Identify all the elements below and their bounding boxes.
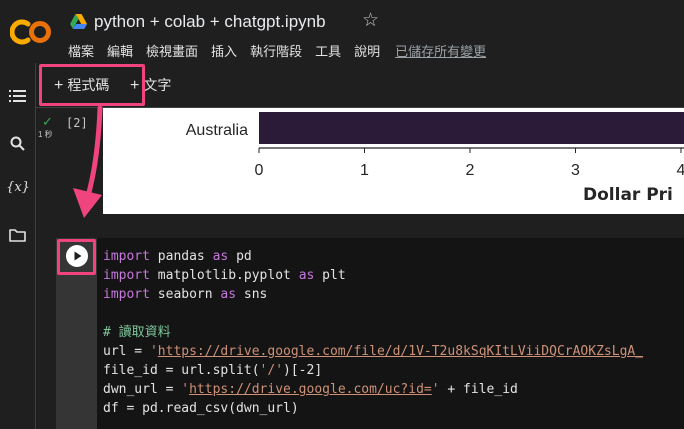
code-token: plt — [314, 268, 346, 283]
code-token: https://drive.google.com/uc?id= — [189, 382, 432, 397]
code-line[interactable]: file_id = url.split('/')[-2] — [103, 361, 643, 380]
code-line[interactable]: import seaborn as sns — [103, 285, 643, 304]
menu-tools[interactable]: 工具 — [315, 44, 341, 60]
code-token: import — [103, 268, 150, 283]
left-sidebar — [0, 63, 36, 429]
highlight-annotation-box — [39, 64, 145, 106]
menu-file[interactable]: 檔案 — [68, 44, 94, 60]
code-token: ' — [181, 382, 190, 397]
code-editor[interactable]: import pandas as pd import matplotlib.pyp… — [97, 238, 684, 429]
code-token: as — [220, 287, 237, 302]
code-token: file_id = url.split( — [103, 363, 260, 378]
menu-edit[interactable]: 編輯 — [107, 44, 133, 60]
bar — [259, 112, 684, 144]
code-token: pd — [228, 249, 252, 264]
save-status[interactable]: 已儲存所有變更 — [395, 44, 486, 60]
x-tick-label: 2 — [466, 162, 475, 179]
x-tick-label: 0 — [255, 162, 264, 179]
x-tick-label: 3 — [571, 162, 580, 179]
code-token: sns — [236, 287, 268, 302]
code-token: ' — [149, 344, 158, 359]
run-cell-button[interactable] — [66, 245, 88, 267]
code-line[interactable]: import pandas as pd — [103, 247, 643, 266]
code-token: # 讀取資料 — [103, 325, 171, 340]
code-token: dwn_url = — [103, 382, 182, 397]
menu-help[interactable]: 說明 — [354, 44, 380, 60]
code-line[interactable]: url = 'https://drive.google.com/file/d/1… — [103, 342, 643, 361]
x-axis-label: Dollar Pri — [583, 185, 673, 205]
colab-logo[interactable] — [10, 16, 52, 48]
sidebar-divider — [35, 63, 36, 429]
code-token: import — [103, 249, 150, 264]
bar-chart: Australia 0 1 2 3 4 Dollar Pri — [186, 112, 684, 205]
code-token: url = — [103, 344, 150, 359]
code-line[interactable]: dwn_url = 'https://drive.google.com/uc?i… — [103, 380, 643, 399]
code-token: as — [212, 249, 229, 264]
search-icon[interactable] — [10, 136, 25, 151]
header: python + colab + chatgpt.ipynb ☆ 檔案 編輯 檢… — [0, 0, 684, 63]
code-line[interactable]: import matplotlib.pyplot as plt — [103, 266, 643, 285]
menu-insert[interactable]: 插入 — [211, 44, 237, 60]
code-token: df = pd.read_csv(dwn_url) — [103, 401, 299, 416]
menu-bar: 檔案 編輯 檢視畫面 插入 執行階段 工具 說明 已儲存所有變更 — [68, 44, 499, 60]
play-icon — [74, 251, 82, 261]
code-token: + file_id — [439, 382, 518, 397]
code-line[interactable]: df = pd.read_csv(dwn_url) — [103, 399, 643, 418]
code-token: )[-2] — [283, 363, 323, 378]
code-token: pandas — [149, 249, 213, 264]
execution-count: [2] — [66, 116, 88, 130]
code-token: matplotlib.pyplot — [149, 268, 299, 283]
code-token: '/' — [259, 363, 284, 378]
star-icon[interactable]: ☆ — [362, 10, 379, 32]
x-tick-label: 4 — [677, 162, 684, 179]
code-line[interactable]: # 讀取資料 — [103, 323, 643, 342]
category-label: Australia — [186, 122, 248, 139]
code-token: ' — [431, 382, 440, 397]
folder-icon[interactable] — [9, 229, 26, 242]
code-token: as — [298, 268, 315, 283]
menu-view[interactable]: 檢視畫面 — [146, 44, 198, 60]
menu-runtime[interactable]: 執行階段 — [250, 44, 302, 60]
google-drive-icon[interactable] — [70, 14, 87, 29]
cell-output: Australia 0 1 2 3 4 Dollar Pri — [103, 108, 684, 214]
add-text-label: 文字 — [143, 77, 172, 93]
code-lines[interactable]: import pandas as pd import matplotlib.pyp… — [103, 247, 643, 418]
code-token: seaborn — [149, 287, 221, 302]
code-line[interactable] — [103, 304, 643, 323]
x-axis-ticks: 0 1 2 3 4 — [255, 148, 684, 179]
menu-icon[interactable] — [9, 89, 26, 103]
variables-icon[interactable]: {x} — [0, 180, 36, 195]
notebook-title[interactable]: python + colab + chatgpt.ipynb — [94, 12, 326, 32]
execution-success-check-icon: ✓ — [42, 114, 53, 129]
execution-time: 1 秒 — [38, 130, 53, 139]
code-token: https://drive.google.com/file/d/1V-T2u8k… — [157, 344, 644, 359]
x-tick-label: 1 — [360, 162, 369, 179]
code-token: import — [103, 287, 150, 302]
